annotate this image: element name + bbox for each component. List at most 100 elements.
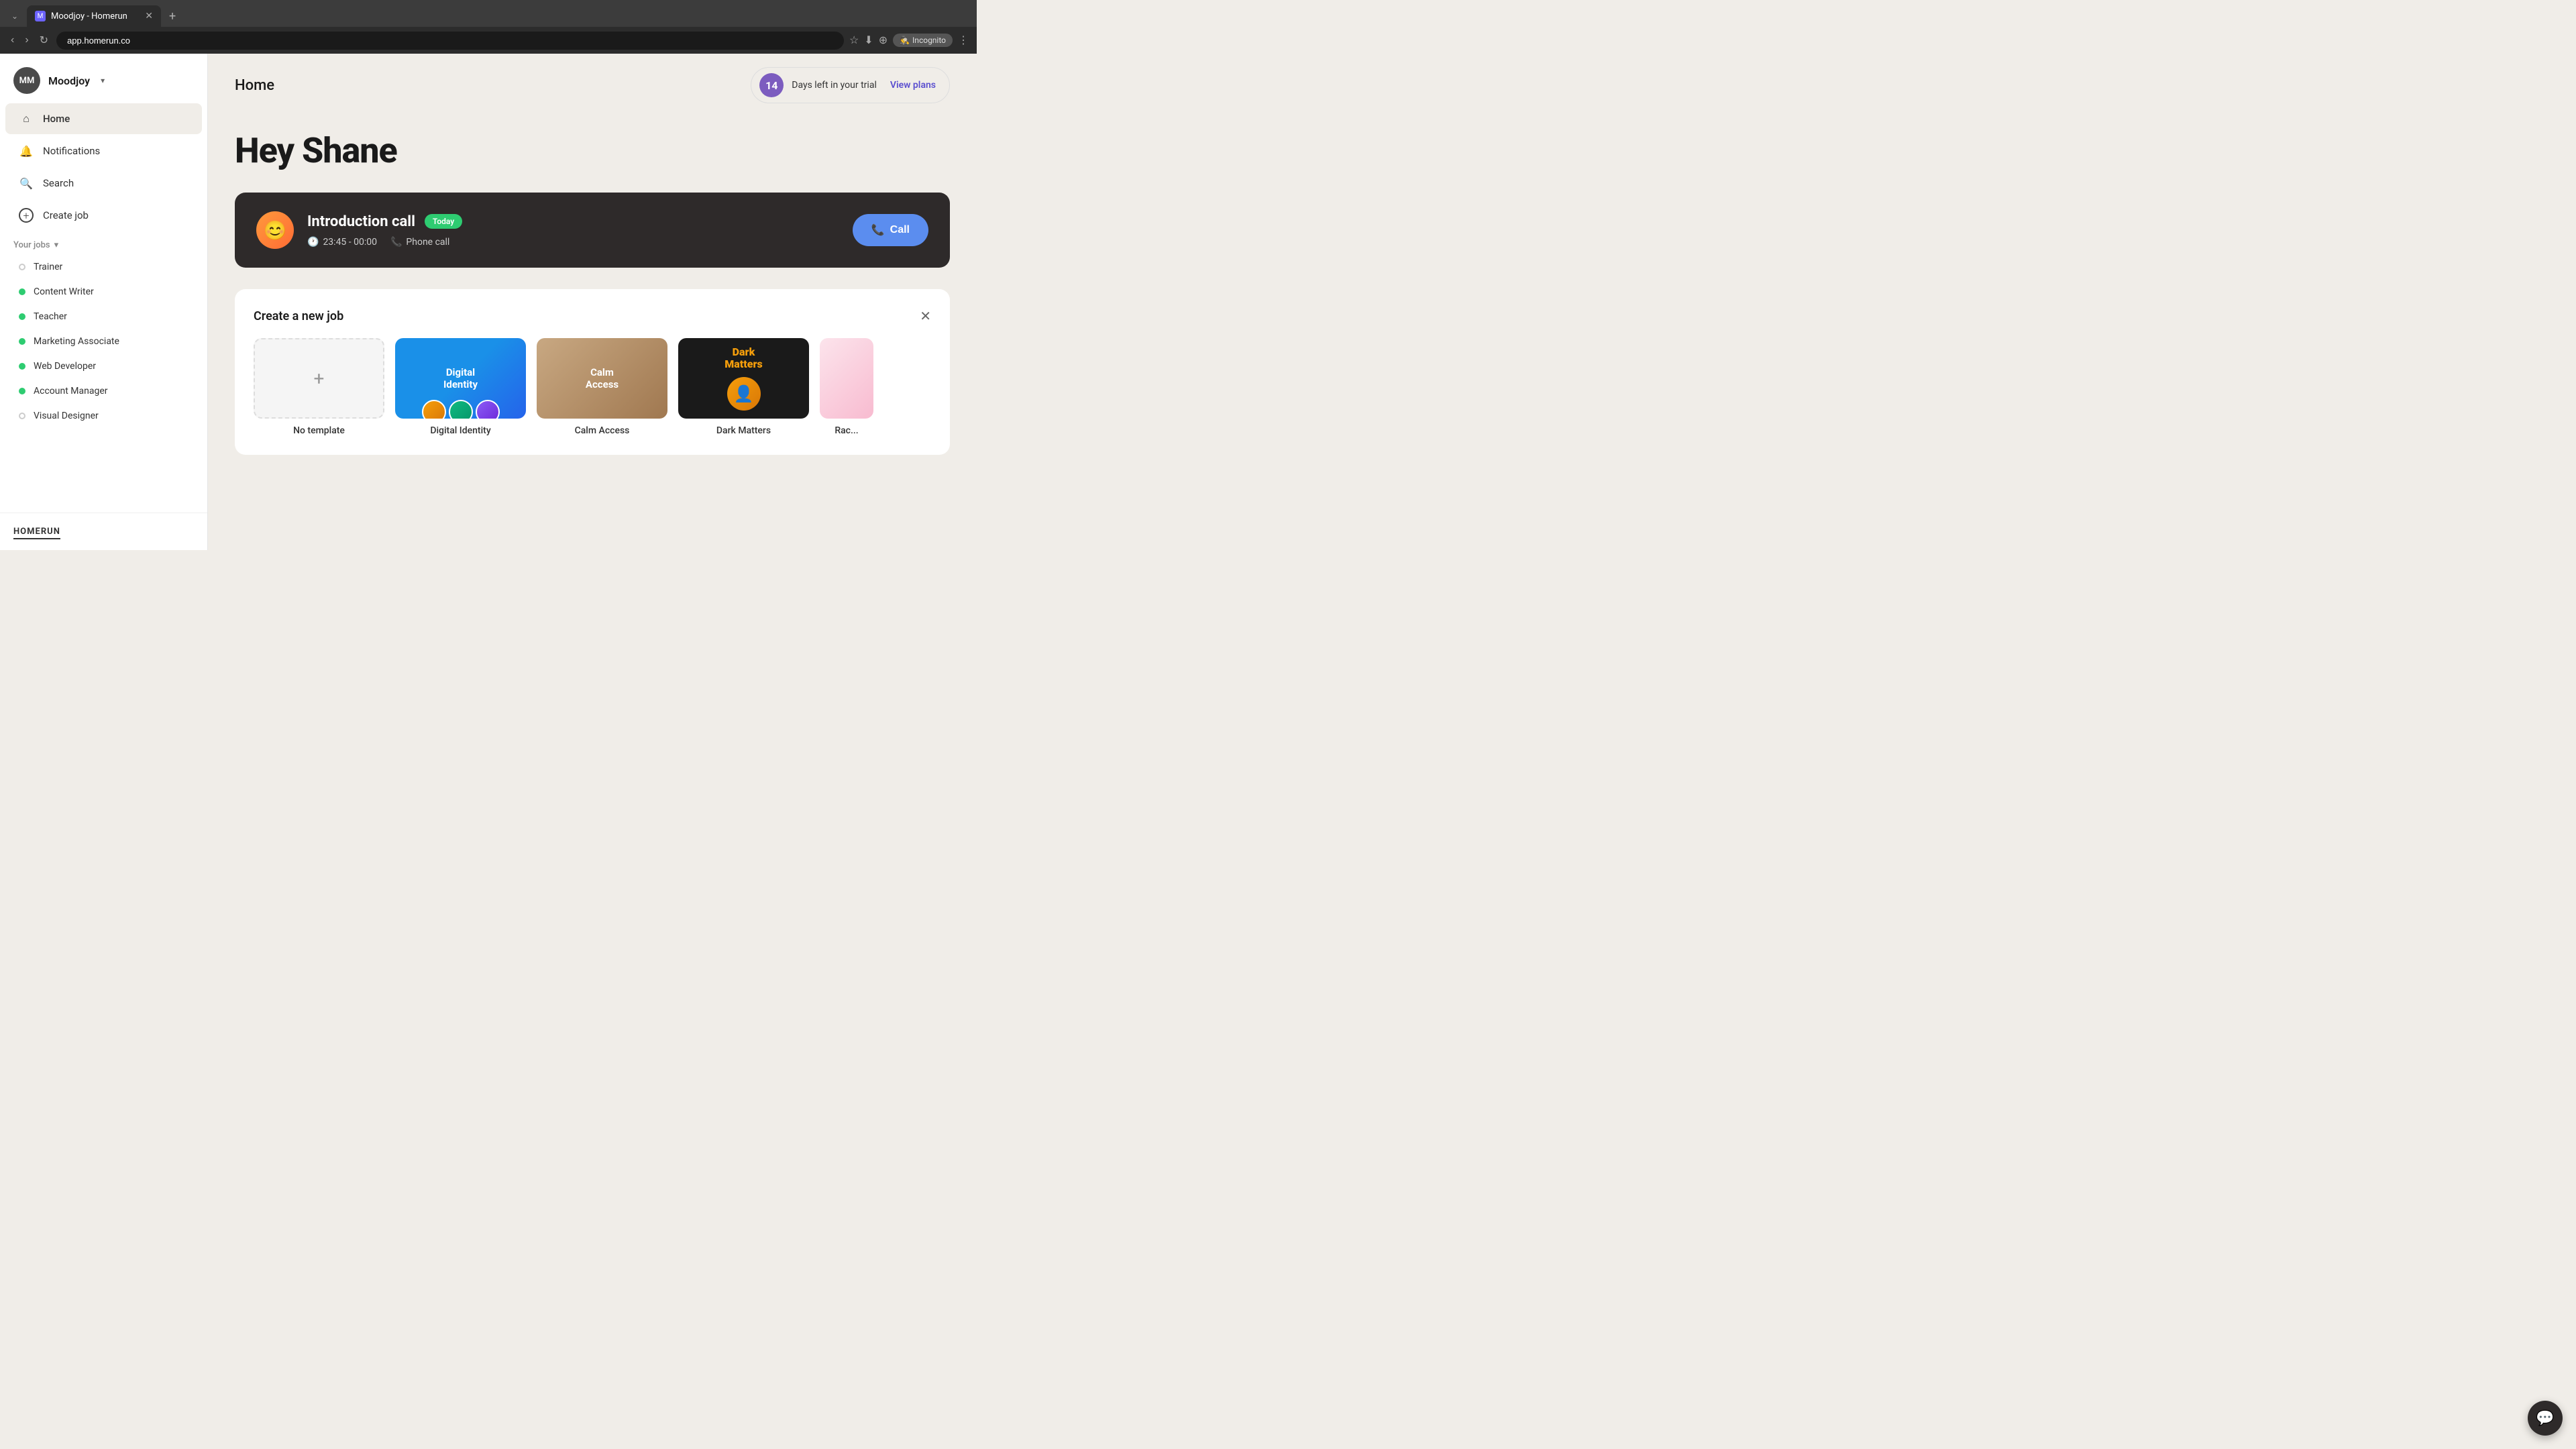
template-thumb-empty: + (254, 338, 384, 419)
template-race[interactable]: Rac... (820, 338, 873, 436)
trial-text: Days left in your trial (792, 80, 877, 91)
sidebar-item-label: Create job (43, 209, 89, 221)
extension-btn[interactable]: ⊕ (879, 34, 888, 47)
chat-bubble[interactable]: 💬 (2528, 1401, 2563, 1436)
job-label: Trainer (34, 262, 62, 272)
job-label: Account Manager (34, 386, 108, 396)
sidebar-item-notifications[interactable]: 🔔 Notifications (5, 136, 202, 166)
call-phone-icon: 📞 (871, 223, 885, 237)
dark-figure: 👤 (727, 377, 761, 411)
sidebar-item-home[interactable]: ⌂ Home (5, 103, 202, 134)
close-create-job-btn[interactable]: ✕ (920, 308, 931, 325)
add-icon: + (19, 208, 34, 223)
interview-type: 📞 Phone call (390, 237, 449, 248)
greeting-heading: Hey Shane (235, 130, 950, 171)
browser-chrome: ⌄ M Moodjoy - Homerun ✕ + ‹ › ↻ ☆ ⬇ ⊕ 🕵 … (0, 0, 977, 54)
digital-title: DigitalIdentity (443, 366, 478, 390)
sidebar-item-content-writer[interactable]: Content Writer (5, 280, 202, 304)
back-btn[interactable]: ‹ (8, 32, 17, 49)
sidebar-item-create-job[interactable]: + Create job (5, 200, 202, 231)
brand-name: Moodjoy (48, 74, 90, 87)
jobs-section-label: Your jobs ▾ (0, 232, 207, 254)
today-badge: Today (425, 214, 462, 229)
templates-grid: + No template DigitalIdentity (254, 338, 931, 436)
job-status-dot (19, 338, 25, 345)
trial-badge: 14 Days left in your trial View plans (751, 67, 950, 103)
template-dark-matters[interactable]: DarkMatters 👤 Dark Matters (678, 338, 809, 436)
tab-close-btn[interactable]: ✕ (145, 11, 153, 21)
sidebar-item-web-developer[interactable]: Web Developer (5, 354, 202, 378)
template-thumb-digital: DigitalIdentity (395, 338, 526, 419)
active-tab[interactable]: M Moodjoy - Homerun ✕ (27, 5, 161, 27)
tab-favicon: M (35, 11, 46, 21)
bookmark-btn[interactable]: ☆ (849, 34, 859, 47)
job-label: Visual Designer (34, 411, 99, 421)
create-job-card: Create a new job ✕ + No template Digital… (235, 289, 950, 455)
sidebar-item-trainer[interactable]: Trainer (5, 255, 202, 279)
face-2 (449, 400, 473, 419)
homerun-logo: HOMERUN (13, 527, 60, 539)
sidebar-item-teacher[interactable]: Teacher (5, 305, 202, 329)
job-status-dot (19, 288, 25, 295)
job-label: Teacher (34, 311, 67, 322)
sidebar-nav: ⌂ Home 🔔 Notifications 🔍 Search + Create… (0, 102, 207, 513)
template-name: Dark Matters (678, 425, 809, 436)
trial-days-number: 14 (759, 73, 784, 97)
sidebar-item-search[interactable]: 🔍 Search (5, 168, 202, 199)
template-calm-access[interactable]: CalmAccess Calm Access (537, 338, 667, 436)
content-area: Hey Shane 😊 Introduction call Today 🕐 2 (208, 117, 977, 550)
home-icon: ⌂ (19, 111, 34, 126)
template-name: Calm Access (537, 425, 667, 436)
job-status-dot (19, 264, 25, 270)
incognito-badge: 🕵 Incognito (893, 34, 953, 47)
jobs-chevron-icon: ▾ (54, 240, 59, 250)
interview-meta: 🕐 23:45 - 00:00 📞 Phone call (307, 237, 462, 248)
sidebar-item-label: Search (43, 177, 74, 189)
face-3 (476, 400, 500, 419)
brand-chevron-icon: ▾ (101, 76, 105, 85)
template-name: Rac... (820, 425, 873, 436)
download-btn[interactable]: ⬇ (864, 34, 873, 47)
search-icon: 🔍 (19, 176, 34, 191)
url-input[interactable] (56, 32, 844, 50)
job-status-dot (19, 388, 25, 394)
tab-title: Moodjoy - Homerun (51, 11, 127, 21)
template-thumb-calm: CalmAccess (537, 338, 667, 419)
addr-actions: ☆ ⬇ ⊕ 🕵 Incognito ⋮ (849, 34, 969, 47)
template-thumb-dark: DarkMatters 👤 (678, 338, 809, 419)
dark-title: DarkMatters (724, 346, 763, 370)
digital-faces (395, 400, 526, 419)
job-status-dot (19, 313, 25, 320)
sidebar-item-marketing-associate[interactable]: Marketing Associate (5, 329, 202, 354)
interview-card: 😊 Introduction call Today 🕐 23:45 - 00:0… (235, 193, 950, 268)
template-name: Digital Identity (395, 425, 526, 436)
tab-expand-btn[interactable]: ⌄ (5, 7, 24, 25)
job-status-dot (19, 363, 25, 370)
calm-title: CalmAccess (586, 366, 619, 390)
sidebar-header: MM Moodjoy ▾ (0, 54, 207, 102)
create-job-title: Create a new job (254, 309, 343, 323)
interview-info: Introduction call Today 🕐 23:45 - 00:00 … (307, 213, 462, 248)
job-label: Marketing Associate (34, 336, 119, 347)
interview-title: Introduction call (307, 213, 415, 230)
forward-btn[interactable]: › (22, 32, 31, 49)
main-content: Home 14 Days left in your trial View pla… (208, 54, 977, 550)
interview-time: 🕐 23:45 - 00:00 (307, 237, 377, 248)
notifications-icon: 🔔 (19, 144, 34, 158)
clock-icon: 🕐 (307, 237, 319, 248)
view-plans-link[interactable]: View plans (890, 80, 936, 91)
template-digital-identity[interactable]: DigitalIdentity Digital Identity (395, 338, 526, 436)
sidebar-item-account-manager[interactable]: Account Manager (5, 379, 202, 403)
sidebar-item-visual-designer[interactable]: Visual Designer (5, 404, 202, 428)
topbar: Home 14 Days left in your trial View pla… (208, 54, 977, 117)
template-name: No template (254, 425, 384, 436)
refresh-btn[interactable]: ↻ (37, 31, 51, 50)
job-label: Content Writer (34, 286, 94, 297)
user-avatar: MM (13, 67, 40, 94)
sidebar-item-label: Home (43, 113, 70, 125)
menu-btn[interactable]: ⋮ (958, 34, 969, 47)
new-tab-btn[interactable]: + (164, 7, 181, 26)
create-job-header: Create a new job ✕ (254, 308, 931, 325)
template-no-template[interactable]: + No template (254, 338, 384, 436)
call-button[interactable]: 📞 Call (853, 214, 928, 246)
